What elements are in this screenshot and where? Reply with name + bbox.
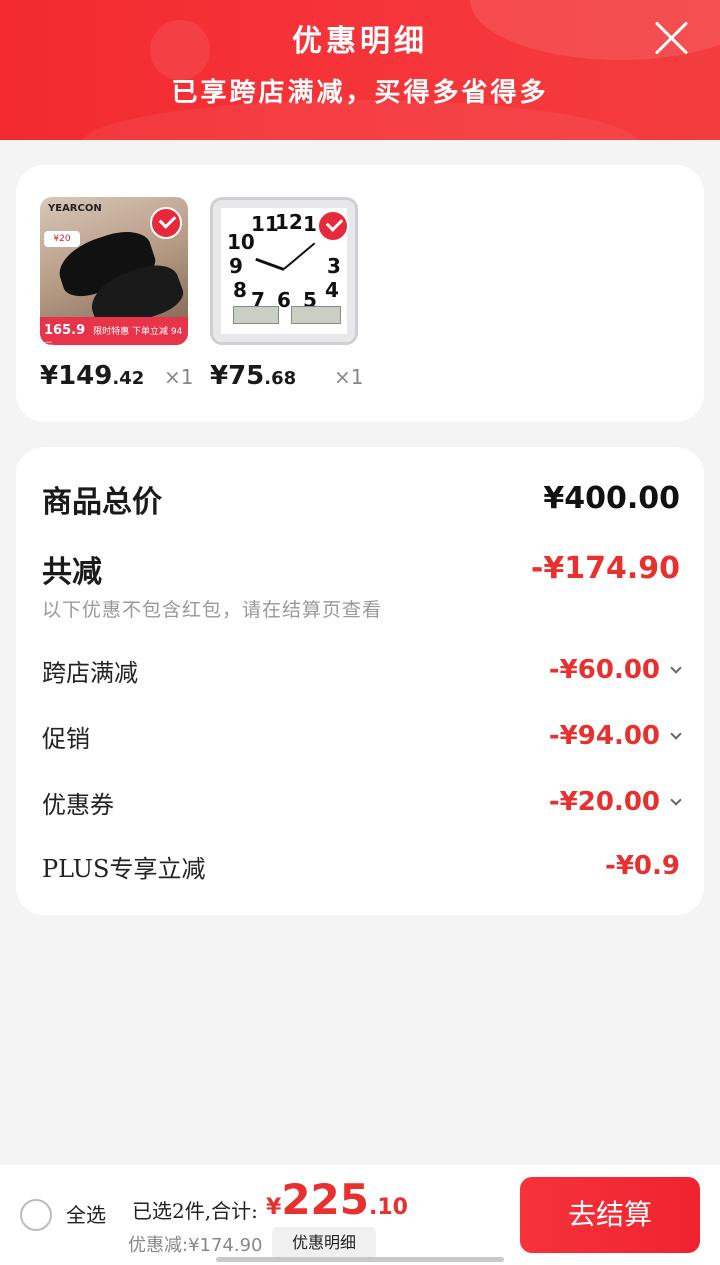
total-price: ¥225.10	[266, 1175, 408, 1224]
row-value-plus: -¥0.9	[605, 851, 680, 881]
product-price-int: ¥149	[40, 361, 113, 391]
product-image-brand: YEARCON	[48, 203, 102, 214]
product-item[interactable]: YEARCON ¥20 165.9限时特惠 下单立减 94 元 ¥149.42 …	[40, 197, 193, 391]
chevron-down-icon[interactable]	[670, 794, 682, 806]
chevron-down-icon[interactable]	[670, 662, 682, 674]
total-dec: .10	[368, 1195, 408, 1220]
product-item[interactable]: 11 12 1 10 9 3 8 4 7 6 5 ¥75.68 ×1	[210, 197, 363, 391]
row-value-text: -¥94.00	[548, 721, 660, 751]
product-image-shoes[interactable]: YEARCON ¥20 165.9限时特惠 下单立减 94 元	[40, 197, 188, 345]
row-value-cross-store[interactable]: -¥60.00	[548, 655, 682, 685]
row-label-promotion: 促销	[42, 725, 90, 753]
clock-lcd-left	[233, 306, 279, 324]
checkout-button[interactable]: 去结算	[520, 1177, 700, 1253]
select-all-label[interactable]: 全选	[66, 1199, 106, 1228]
clock-hand	[255, 257, 285, 271]
bottom-bar: 全选 已选2件,合计: ¥225.10 优惠减:¥174.90 优惠明细 去结算	[0, 1165, 720, 1265]
selected-check-icon[interactable]	[317, 210, 349, 242]
row-label-cross-store: 跨店满减	[42, 659, 138, 687]
product-price-int: ¥75	[210, 361, 265, 391]
clock-digit: 12	[275, 210, 303, 234]
product-image-price-tag: 165.9限时特惠 下单立减 94 元	[40, 317, 188, 345]
row-value-promotion[interactable]: -¥94.00	[548, 721, 682, 751]
clock-digit: 4	[325, 278, 339, 302]
row-label-plus: PLUS专享立减	[42, 855, 206, 883]
clock-digit: 6	[277, 288, 291, 312]
clock-digit: 8	[233, 278, 247, 302]
product-price: ¥75.68	[210, 361, 296, 391]
clock-digit: 9	[229, 254, 243, 278]
total-yen: ¥	[266, 1195, 282, 1220]
products-card: YEARCON ¥20 165.9限时特惠 下单立减 94 元 ¥149.42 …	[16, 165, 704, 422]
product-price-dec: .42	[112, 368, 145, 389]
home-indicator	[216, 1257, 504, 1262]
total-int: 225	[281, 1175, 369, 1224]
reduce-label: 共减	[42, 555, 102, 590]
row-label-coupon: 优惠券	[42, 791, 114, 819]
discount-detail-button[interactable]: 优惠明细	[272, 1227, 376, 1259]
product-image-price: 165.9	[44, 323, 86, 338]
row-value-text: -¥20.00	[548, 787, 660, 817]
product-image-clock[interactable]: 11 12 1 10 9 3 8 4 7 6 5	[210, 197, 358, 345]
row-value-text: -¥60.00	[548, 655, 660, 685]
page-title: 优惠明细	[292, 24, 428, 59]
clock-lcd-right	[291, 306, 341, 324]
select-all-radio[interactable]	[20, 1199, 52, 1231]
product-image-badge: ¥20	[44, 231, 80, 247]
row-value-coupon[interactable]: -¥20.00	[548, 787, 682, 817]
page-subtitle: 已享跨店满减，买得多省得多	[171, 78, 549, 108]
clock-digit: 3	[327, 254, 341, 278]
clock-hand	[283, 242, 316, 270]
product-qty: ×1	[164, 365, 194, 389]
discount-note: 以下优惠不包含红包，请在结算页查看	[42, 599, 383, 621]
clock-digit: 1	[303, 212, 317, 236]
selected-count: 已选2件,合计:	[132, 1199, 258, 1223]
header-banner: 优惠明细 已享跨店满减，买得多省得多	[0, 0, 720, 140]
selected-check-icon[interactable]	[150, 207, 182, 239]
discount-text: 优惠减:¥174.90	[128, 1235, 263, 1256]
close-icon[interactable]	[654, 20, 690, 56]
product-qty: ×1	[334, 365, 364, 389]
total-value: ¥400.00	[543, 481, 680, 516]
reduce-value: -¥174.90	[530, 551, 680, 586]
summary-card: 商品总价 ¥400.00 共减 -¥174.90 以下优惠不包含红包，请在结算页…	[16, 447, 704, 915]
clock-digit: 10	[227, 230, 255, 254]
chevron-down-icon[interactable]	[670, 728, 682, 740]
product-price-dec: .68	[264, 368, 297, 389]
total-label: 商品总价	[42, 485, 162, 520]
product-price: ¥149.42	[40, 361, 144, 391]
